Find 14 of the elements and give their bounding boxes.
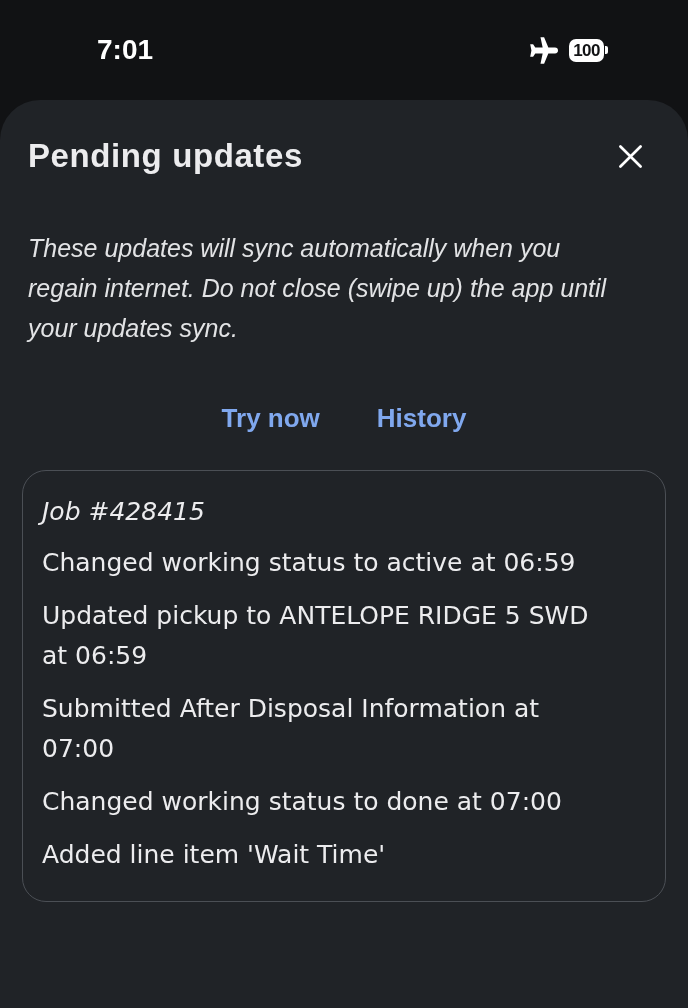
update-entry: Submitted After Disposal Information at 07:00 bbox=[42, 693, 541, 765]
close-icon bbox=[619, 144, 642, 168]
sheet-title: Pending updates bbox=[28, 137, 303, 175]
update-entry: Added line item 'Wait Time' bbox=[42, 839, 387, 871]
update-entry: Updated pickup to ANTELOPE RIDGE 5 SWD at 06:59 bbox=[42, 600, 590, 672]
action-link[interactable]: History bbox=[376, 403, 467, 433]
update-entry: Changed working status to done at 07:00 bbox=[42, 786, 563, 818]
airplane-icon bbox=[529, 36, 559, 64]
sync-description: These updates will sync automatically when you regain internet. Do not close (swipe up) the app until your updates sync. bbox=[28, 233, 608, 344]
status-time: 7:01 bbox=[97, 33, 154, 67]
update-entry: Changed working status to active at 06:59 bbox=[42, 547, 577, 579]
battery-percentage: 100 bbox=[569, 38, 604, 62]
close-button[interactable] bbox=[619, 144, 642, 168]
action-link[interactable]: Try now bbox=[221, 403, 320, 433]
